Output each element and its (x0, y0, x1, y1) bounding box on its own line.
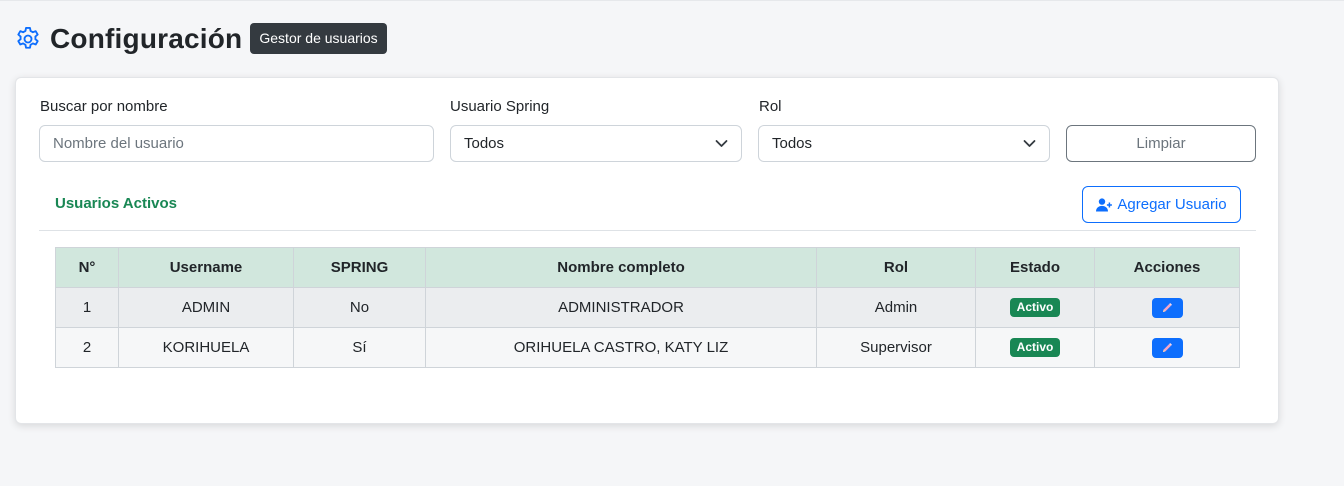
clear-filters-button[interactable]: Limpiar (1066, 125, 1256, 162)
column-header-actions: Acciones (1094, 247, 1240, 288)
cell-full-name: ADMINISTRADOR (425, 287, 817, 328)
spring-filter-label: Usuario Spring (450, 98, 550, 115)
cell-username: ADMIN (118, 287, 294, 328)
column-header-status: Estado (975, 247, 1095, 288)
column-header-role: Rol (816, 247, 976, 288)
cell-actions (1094, 287, 1240, 328)
chevron-down-icon (715, 140, 728, 147)
top-border (0, 0, 1344, 1)
page-title: Configuración (50, 23, 243, 54)
cell-status: Activo (975, 327, 1095, 368)
edit-user-button[interactable] (1151, 337, 1183, 358)
spring-filter-value: Todos (464, 135, 505, 152)
status-badge: Activo (1009, 298, 1061, 317)
name-search-label: Buscar por nombre (40, 98, 168, 115)
chevron-down-icon (1023, 140, 1036, 147)
role-filter-label: Rol (759, 98, 782, 115)
section-badge: Gestor de usuarios (250, 22, 387, 54)
name-search-input[interactable]: Nombre del usuario (39, 125, 434, 162)
add-user-label: Agregar Usuario (1117, 196, 1227, 213)
status-badge: Activo (1009, 338, 1061, 357)
cell-role: Admin (816, 287, 976, 328)
column-header-full-name: Nombre completo (425, 247, 817, 288)
section-divider (39, 230, 1256, 231)
table-row: 2 KORIHUELA Sí ORIHUELA CASTRO, KATY LIZ… (55, 327, 1240, 368)
cell-spring: No (293, 287, 426, 328)
users-card: Buscar por nombre Nombre del usuario Usu… (15, 77, 1279, 424)
column-header-username: Username (118, 247, 294, 288)
pencil-icon (1162, 302, 1172, 312)
table-row: 1 ADMIN No ADMINISTRADOR Admin Activo (55, 287, 1240, 328)
table-header-row: N° Username SPRING Nombre completo Rol E… (55, 247, 1240, 288)
spring-filter-select[interactable]: Todos (450, 125, 742, 162)
cell-spring: Sí (293, 327, 426, 368)
user-plus-icon (1096, 197, 1113, 211)
column-header-number: N° (55, 247, 119, 288)
pencil-icon (1162, 342, 1172, 352)
cell-number: 1 (55, 287, 119, 328)
cell-actions (1094, 327, 1240, 368)
cell-role: Supervisor (816, 327, 976, 368)
edit-user-button[interactable] (1151, 297, 1183, 318)
cell-full-name: ORIHUELA CASTRO, KATY LIZ (425, 327, 817, 368)
gear-icon (17, 26, 39, 49)
cell-status: Activo (975, 287, 1095, 328)
section-title: Usuarios Activos (55, 195, 177, 212)
page-header: Configuración Gestor de usuarios (14, 22, 387, 56)
users-table: N° Username SPRING Nombre completo Rol E… (55, 247, 1240, 368)
cell-number: 2 (55, 327, 119, 368)
cell-username: KORIHUELA (118, 327, 294, 368)
name-search-placeholder: Nombre del usuario (53, 135, 184, 152)
add-user-button[interactable]: Agregar Usuario (1082, 186, 1241, 223)
column-header-spring: SPRING (293, 247, 426, 288)
role-filter-value: Todos (772, 135, 813, 152)
role-filter-select[interactable]: Todos (758, 125, 1050, 162)
